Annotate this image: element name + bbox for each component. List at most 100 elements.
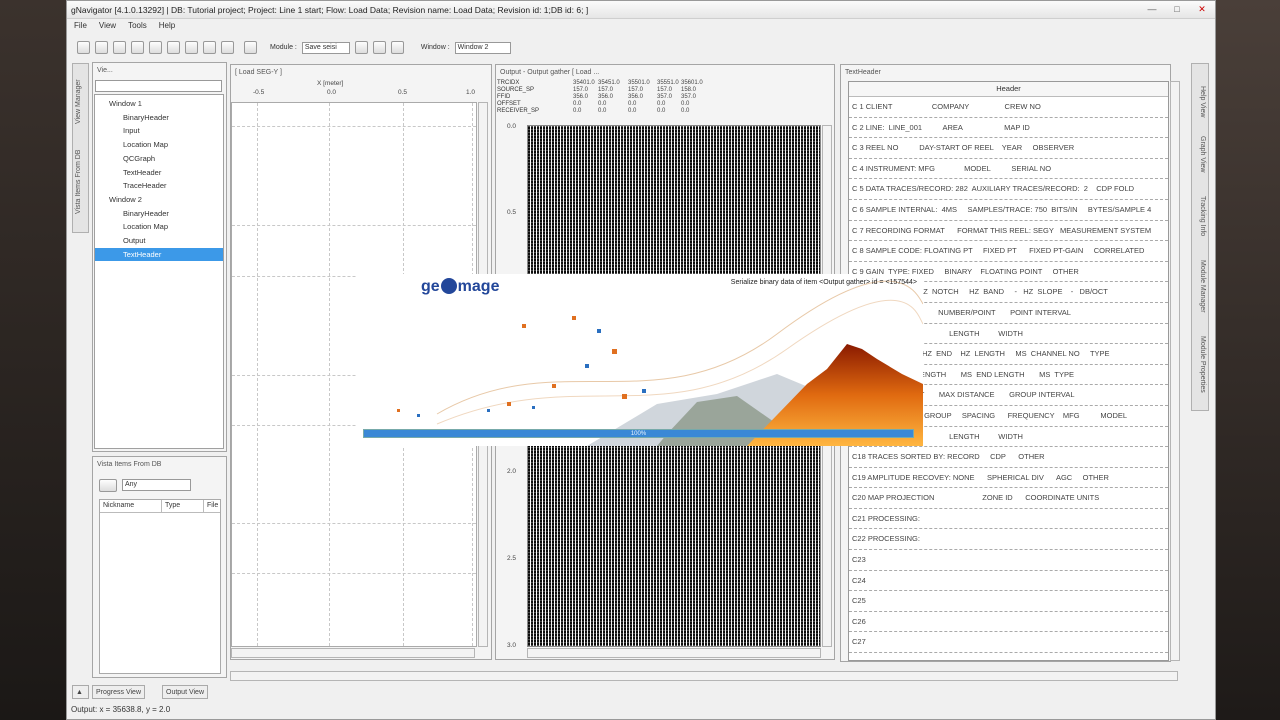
module-properties-tab[interactable]: Module Properties — [1199, 336, 1206, 393]
menu-tools[interactable]: Tools — [128, 21, 147, 35]
progress-bar: 100% — [363, 429, 914, 438]
tool-icon[interactable] — [131, 41, 144, 54]
window-select[interactable]: Window 2 — [454, 41, 511, 54]
column-nickname[interactable]: Nickname — [100, 500, 162, 512]
output-view-tab[interactable]: Output View — [162, 685, 209, 699]
header-row[interactable]: C21 PROCESSING: — [849, 509, 1168, 530]
tree-node[interactable]: TextHeader — [123, 166, 161, 179]
vista-filter-select[interactable]: Any — [122, 479, 191, 491]
tree-node[interactable]: Location Map — [123, 138, 168, 151]
play-icon[interactable] — [354, 41, 368, 54]
tool-icon[interactable] — [167, 41, 180, 54]
x-tick: 0.0 — [327, 89, 337, 96]
menu-file[interactable]: File — [74, 21, 87, 35]
step-icon[interactable] — [372, 41, 386, 54]
header-value: 357.0 — [657, 94, 673, 100]
header-row[interactable]: C23 — [849, 550, 1168, 571]
header-row[interactable]: C 8 SAMPLE CODE: FLOATING PT FIXED PT FI… — [849, 241, 1168, 262]
header-row[interactable]: C 1 CLIENT COMPANY CREW NO — [849, 97, 1168, 118]
right-side-tabs: Help View Graph View Tracking Info Modul… — [1191, 63, 1209, 411]
open-icon[interactable] — [95, 41, 108, 54]
close-button[interactable]: ✕ — [1191, 3, 1213, 16]
help-view-tab[interactable]: Help View — [1199, 86, 1206, 117]
tree-node[interactable]: TraceHeader — [123, 179, 167, 192]
output-hscroll[interactable] — [527, 648, 821, 658]
output-gather-title: Output - Output gather [ Load ... — [500, 69, 600, 76]
vista-toggle-button[interactable] — [99, 479, 117, 492]
header-row[interactable]: C22 PROCESSING: — [849, 529, 1168, 551]
tree-node[interactable]: BinaryHeader — [123, 207, 169, 220]
x-tick: 1.0 — [466, 89, 476, 96]
tool-icon[interactable] — [149, 41, 162, 54]
header-value: 35551.0 — [657, 80, 679, 86]
x-tick: 0.5 — [398, 89, 408, 96]
refresh-icon[interactable] — [221, 41, 234, 54]
forward-icon[interactable] — [203, 41, 216, 54]
main-toolbar: Module : Save seisi Window : Window 2 — [67, 39, 1215, 56]
header-row[interactable]: C20 MAP PROJECTION ZONE ID COORDINATE UN… — [849, 488, 1168, 509]
view-manager-tab[interactable]: View Manager — [75, 79, 82, 124]
header-row[interactable]: C27 — [849, 632, 1168, 654]
header-row[interactable]: C 6 SAMPLE INTERNAL: 4MS SAMPLES/TRACE: … — [849, 200, 1168, 221]
tree-node[interactable]: QCGraph — [123, 152, 155, 165]
main-hscroll[interactable] — [230, 671, 1178, 681]
header-row[interactable]: C 2 LINE: LINE_001 AREA MAP ID — [849, 118, 1168, 139]
vista-items-table: Nickname Type File — [99, 499, 221, 674]
header-value: 157.0 — [657, 87, 673, 93]
header-row[interactable]: C19 AMPLITUDE RECOVEY: NONE SPHERICAL DI… — [849, 468, 1168, 489]
tree-node[interactable]: Window 2 — [109, 193, 142, 206]
progress-view-tab[interactable]: Progress View — [92, 685, 146, 699]
window-label: Window : — [420, 44, 450, 51]
y-tick: 0.5 — [507, 209, 517, 216]
maximize-button[interactable]: □ — [1166, 3, 1188, 16]
graph-view-tab[interactable]: Graph View — [1199, 136, 1206, 172]
tree-node[interactable]: TextHeader — [95, 247, 223, 261]
back-icon[interactable] — [185, 41, 198, 54]
column-type[interactable]: Type — [162, 500, 204, 512]
header-row[interactable]: C 4 INSTRUMENT: MFG MODEL SERIAL NO — [849, 159, 1168, 180]
textheader-vscroll[interactable] — [1170, 81, 1180, 661]
header-column[interactable]: Header — [849, 82, 1168, 97]
header-value: 0.0 — [657, 101, 666, 107]
window-title: gNavigator [4.1.0.13292] | DB: Tutorial … — [71, 5, 589, 15]
header-row[interactable]: C 7 RECORDING FORMAT FORMAT THIS REEL: S… — [849, 221, 1168, 242]
vista-items-tab[interactable]: Vista Items From DB — [75, 150, 82, 214]
load-segy-hscroll[interactable] — [231, 648, 475, 658]
tree-node[interactable]: Location Map — [123, 220, 168, 233]
header-value: 0.0 — [573, 101, 582, 107]
new-icon[interactable] — [77, 41, 90, 54]
header-value: 35501.0 — [628, 80, 650, 86]
column-file[interactable]: File — [204, 500, 220, 512]
header-row[interactable]: C26 — [849, 612, 1168, 633]
save-icon[interactable] — [113, 41, 126, 54]
window-value: Window 2 — [457, 43, 489, 51]
header-row[interactable]: C18 TRACES SORTED BY: RECORD CDP OTHER — [849, 447, 1168, 468]
module-select[interactable]: Save seisi — [301, 41, 350, 54]
tree-node[interactable]: Output — [123, 234, 146, 247]
tree-node[interactable]: Input — [123, 124, 140, 137]
menu-bar: File View Tools Help — [67, 21, 175, 35]
module-manager-tab[interactable]: Module Manager — [1199, 260, 1206, 313]
module-value: Save seisi — [304, 43, 337, 51]
layout-icon[interactable] — [244, 41, 257, 54]
header-row[interactable]: C 5 DATA TRACES/RECORD: 282 AUXILIARY TR… — [849, 179, 1168, 200]
header-row[interactable]: C25 — [849, 591, 1168, 612]
menu-help[interactable]: Help — [159, 21, 175, 35]
header-value: 0.0 — [628, 108, 637, 114]
tree-node[interactable]: BinaryHeader — [123, 111, 169, 124]
header-value: 0.0 — [657, 108, 666, 114]
logo-text: ge — [421, 278, 440, 295]
header-row[interactable]: C 3 REEL NO DAY-START OF REEL YEAR OBSER… — [849, 138, 1168, 159]
tree-node[interactable]: Window 1 — [109, 97, 142, 110]
header-value: 158.0 — [681, 87, 697, 93]
view-filter-field[interactable] — [95, 80, 222, 92]
header-row[interactable]: C24 — [849, 571, 1168, 592]
minimize-button[interactable]: — — [1141, 3, 1163, 16]
menu-view[interactable]: View — [99, 21, 116, 35]
stop-icon[interactable] — [390, 41, 404, 54]
splash-screen: ge mage Serialize binary data of item <Ou… — [357, 274, 923, 446]
left-side-tabs: View Manager Vista Items From DB — [72, 63, 89, 233]
tracking-info-tab[interactable]: Tracking Info — [1199, 196, 1206, 236]
up-arrow-icon[interactable]: ▲ — [72, 685, 89, 699]
y-tick: 3.0 — [507, 642, 517, 649]
